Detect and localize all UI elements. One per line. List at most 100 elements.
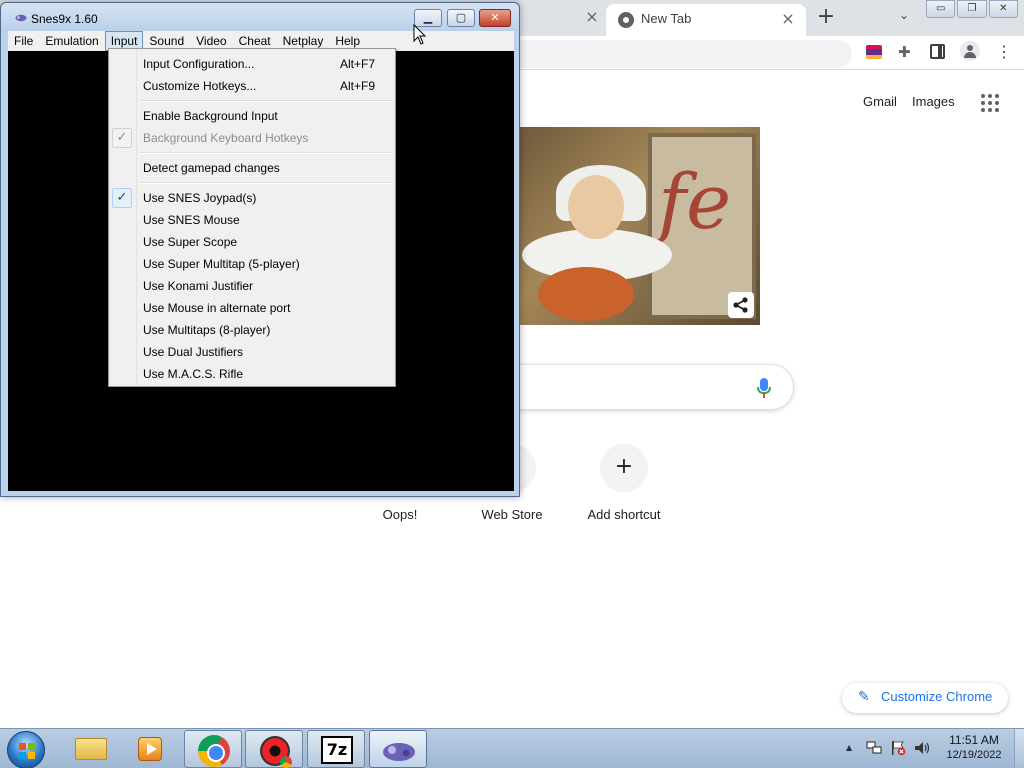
tab-search-chevron-icon[interactable]: ⌄ (894, 8, 914, 28)
menu-item[interactable]: Use Konami Justifier (109, 275, 395, 297)
taskbar-chrome-button[interactable] (184, 730, 242, 768)
taskbar-snes9x-button[interactable] (369, 730, 427, 768)
taskbar-7zip-button[interactable]: 7z (307, 730, 365, 768)
extension-icon[interactable] (866, 45, 882, 59)
customize-chrome-label: Customize Chrome (881, 689, 993, 704)
menu-item-label: Use Super Multitap (5-player) (143, 257, 300, 271)
network-icon[interactable] (866, 740, 882, 756)
close-icon[interactable]: × (778, 9, 798, 29)
menu-separator (139, 182, 393, 184)
menu-item-label: Detect gamepad changes (143, 161, 280, 175)
menu-item-shortcut: Alt+F7 (340, 57, 376, 71)
close-button[interactable]: ✕ (988, 0, 1018, 18)
close-icon[interactable]: × (582, 7, 602, 27)
customize-chrome-button[interactable]: ✎ Customize Chrome (842, 683, 1008, 713)
window-title: Snes9x 1.60 (31, 12, 98, 26)
show-desktop-button[interactable] (1014, 729, 1024, 768)
address-bar[interactable] (480, 40, 852, 68)
menu-separator (139, 100, 393, 102)
menu-item[interactable]: Use Super Scope (109, 231, 395, 253)
menu-item[interactable]: Detect gamepad changes (109, 157, 395, 179)
menu-item[interactable]: Use Dual Justifiers (109, 341, 395, 363)
shortcut-label: Web Store (481, 507, 543, 522)
checkmark-icon: ✓ (112, 128, 132, 148)
puzzle-icon[interactable]: ✚ (898, 44, 914, 60)
menu-item-label: Enable Background Input (143, 109, 278, 123)
menu-item[interactable]: Enable Background Input (109, 105, 395, 127)
start-button[interactable] (7, 731, 45, 768)
menu-item[interactable]: Use Super Multitap (5-player) (109, 253, 395, 275)
add-shortcut-button[interactable]: + Add shortcut (568, 444, 680, 534)
menu-item-label: Customize Hotkeys... (143, 79, 257, 93)
windows-taskbar: 7z ▲ 11:51 AM 12/19/2022 (0, 728, 1024, 768)
new-tab-button[interactable]: + (814, 6, 838, 30)
menu-item-label: Use SNES Mouse (143, 213, 240, 227)
menu-item-label: Use Dual Justifiers (143, 345, 244, 359)
menu-item-label: Use M.A.C.S. Rifle (143, 367, 244, 381)
google-doodle[interactable]: fe (518, 127, 760, 325)
snes9x-icon (383, 743, 415, 761)
mouse-pointer-icon (413, 24, 427, 45)
folder-icon (75, 738, 107, 760)
menu-item-label: Background Keyboard Hotkeys (143, 131, 309, 145)
google-apps-icon[interactable] (981, 94, 999, 112)
maximize-button[interactable]: ▢ (447, 9, 475, 27)
menu-file[interactable]: File (8, 31, 39, 51)
7zip-icon: 7z (321, 736, 353, 764)
shortcut-label: Add shortcut (587, 507, 661, 522)
menu-item: ✓ Background Keyboard Hotkeys (109, 127, 395, 149)
taskbar-explorer-button[interactable] (62, 730, 120, 768)
action-center-flag-icon[interactable] (890, 740, 906, 756)
tab-title: New Tab (641, 11, 692, 26)
chrome-icon (198, 735, 230, 767)
share-icon (733, 297, 748, 313)
menu-item-label: Use Konami Justifier (143, 279, 254, 293)
chrome-favicon-icon (618, 12, 634, 28)
pencil-icon: ✎ (858, 689, 870, 705)
close-button[interactable]: ✕ (479, 9, 511, 27)
system-clock[interactable]: 11:51 AM 12/19/2022 (940, 733, 1008, 763)
snes9x-titlebar[interactable]: Snes9x 1.60 ▁ ▢ ✕ (1, 3, 519, 31)
chrome-tab-previous[interactable]: × (518, 0, 606, 36)
chrome-window-controls: ▭ ❐ ✕ (926, 0, 1020, 18)
snes9x-app-icon (15, 14, 27, 22)
cd-burner-icon (260, 736, 292, 768)
menu-item-label: Use Super Scope (143, 235, 238, 249)
google-search-box[interactable] (518, 364, 794, 410)
minimize-button[interactable]: ▭ (926, 0, 956, 18)
share-button[interactable] (728, 292, 754, 318)
menu-item[interactable]: Use Mouse in alternate port (109, 297, 395, 319)
windows-logo-icon (19, 743, 35, 759)
menu-item-label: Use Multitaps (8-player) (143, 323, 271, 337)
taskbar-cd-burner-button[interactable] (245, 730, 303, 768)
plus-icon: + (600, 444, 648, 492)
images-link[interactable]: Images (912, 94, 955, 109)
menu-item[interactable]: Input Configuration... Alt+F7 (109, 53, 395, 75)
restore-button[interactable]: ❐ (957, 0, 987, 18)
tab-new-tab[interactable]: New Tab × (606, 4, 806, 36)
menu-item[interactable]: ✓ Use SNES Joypad(s) (109, 187, 395, 209)
volume-icon[interactable] (914, 740, 932, 756)
gmail-link[interactable]: Gmail (863, 94, 897, 109)
menu-separator (139, 152, 393, 154)
taskbar-media-player-button[interactable] (122, 730, 180, 768)
kebab-menu-icon[interactable]: ⋮ (996, 44, 1012, 60)
menu-item[interactable]: Customize Hotkeys... Alt+F9 (109, 75, 395, 97)
show-hidden-icons-button[interactable]: ▲ (846, 743, 852, 752)
menu-item[interactable]: Use SNES Mouse (109, 209, 395, 231)
menu-item[interactable]: Use M.A.C.S. Rifle (109, 363, 395, 385)
side-panel-icon[interactable] (930, 44, 945, 59)
clock-date: 12/19/2022 (946, 749, 1002, 761)
menu-emulation[interactable]: Emulation (39, 31, 104, 51)
menu-item[interactable]: Use Multitaps (8-player) (109, 319, 395, 341)
profile-avatar-icon[interactable] (960, 41, 980, 61)
doodle-letters: fe (658, 157, 732, 246)
doodle-palette (538, 267, 634, 321)
clock-time: 11:51 AM (949, 733, 999, 747)
menu-item-shortcut: Alt+F9 (340, 79, 376, 93)
doodle-face (568, 175, 624, 239)
input-menu-dropdown: Input Configuration... Alt+F7 Customize Ho… (108, 48, 396, 387)
menu-item-label: Use SNES Joypad(s) (143, 191, 257, 205)
media-player-icon (138, 737, 162, 761)
microphone-icon[interactable] (756, 377, 772, 399)
